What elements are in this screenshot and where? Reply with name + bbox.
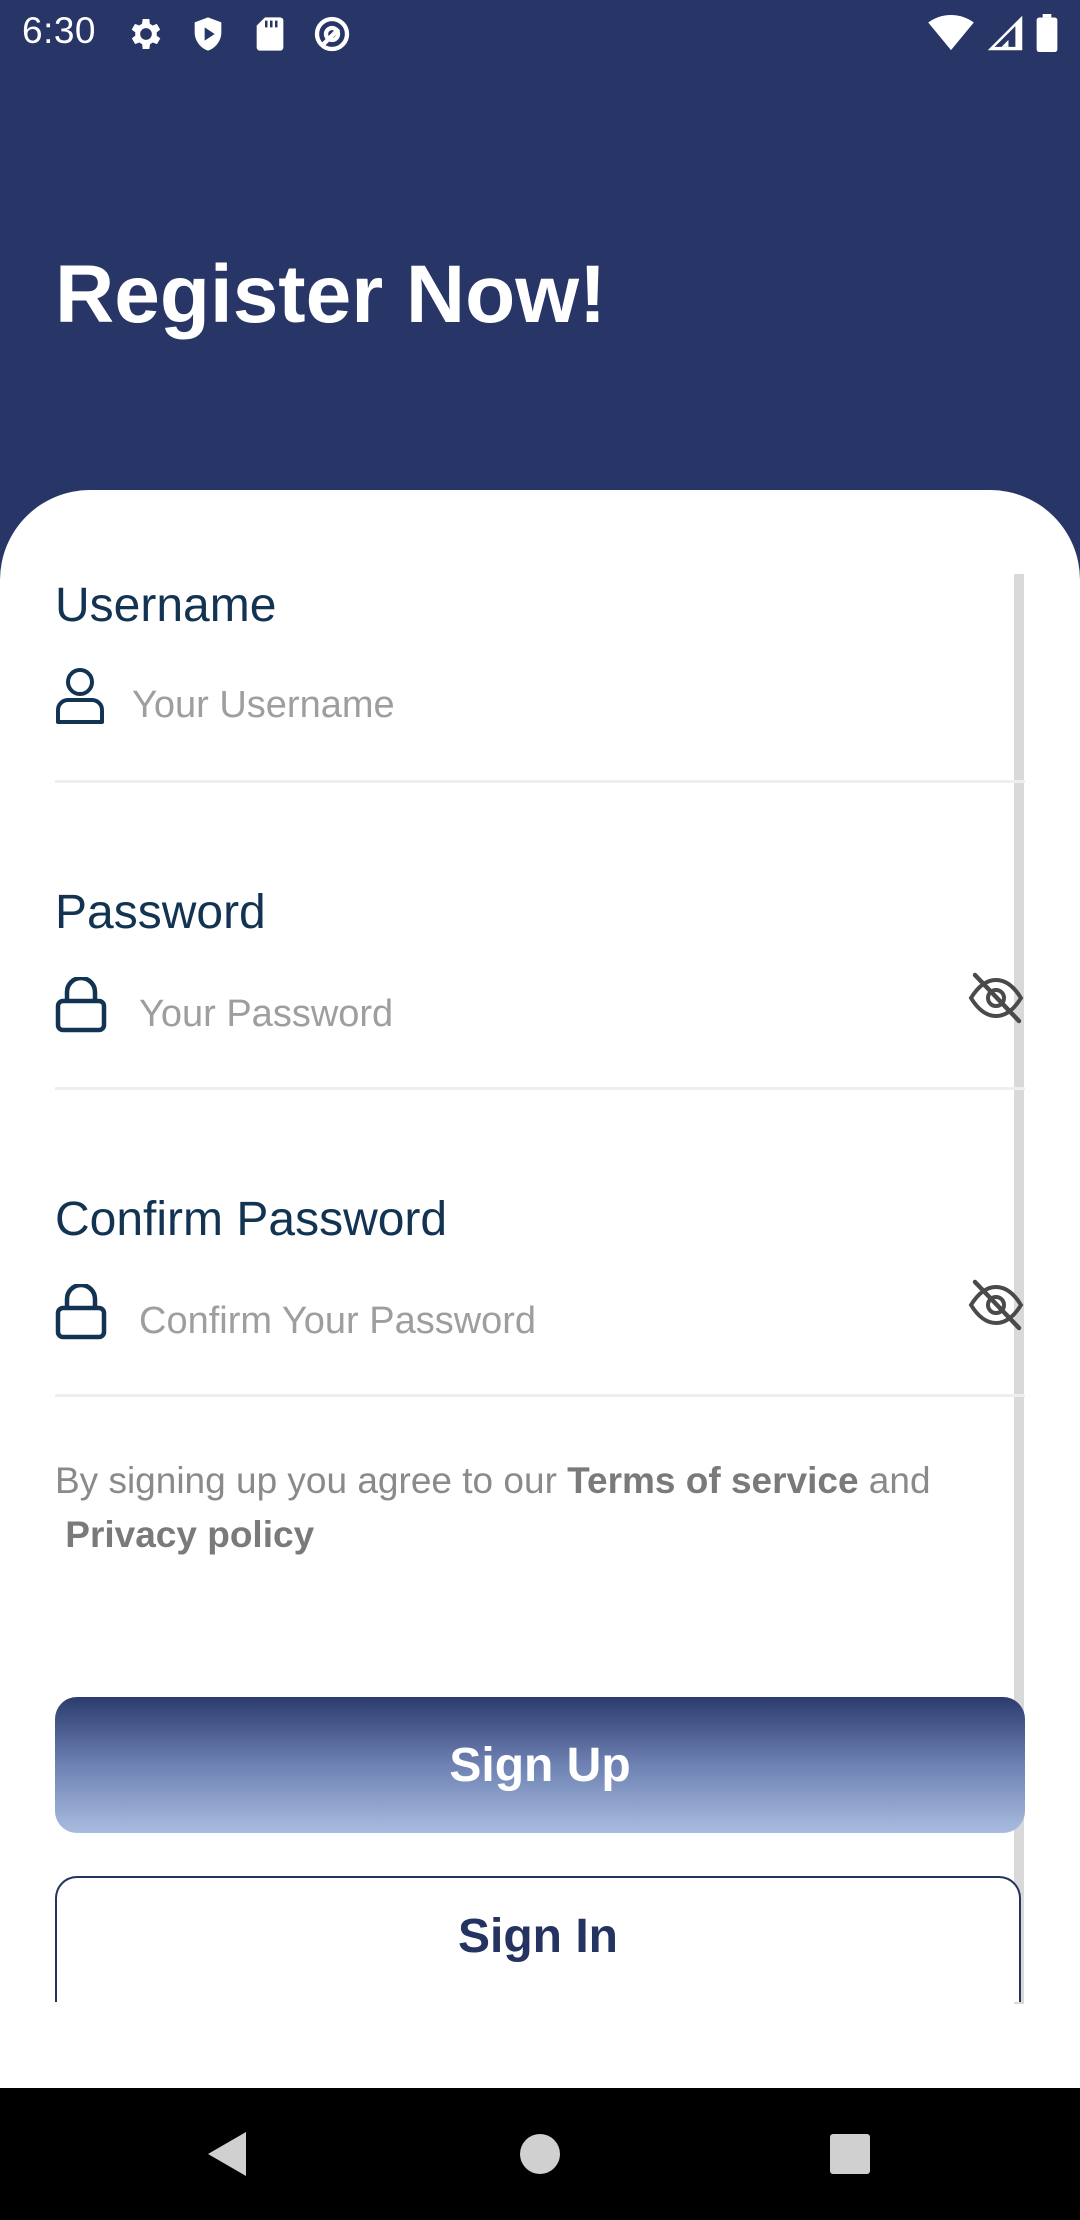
confirm-password-label: Confirm Password — [55, 1193, 448, 1246]
confirm-password-field-group: Confirm Password — [55, 1192, 1025, 1397]
password-row — [55, 972, 1025, 1055]
confirm-password-divider — [55, 1394, 1025, 1397]
lock-icon — [55, 1284, 107, 1340]
page-title: Register Now! — [55, 249, 607, 340]
at-sign-icon — [314, 16, 350, 52]
username-divider — [55, 780, 1025, 783]
terms-middle: and — [858, 1460, 931, 1501]
navigation-bar — [0, 2088, 1080, 2220]
recents-icon[interactable] — [820, 2124, 880, 2184]
password-label: Password — [55, 886, 266, 939]
settings-icon — [131, 19, 161, 49]
back-icon[interactable] — [200, 2124, 260, 2184]
sd-card-icon — [256, 17, 284, 51]
username-input[interactable] — [130, 674, 934, 736]
shield-icon — [194, 17, 222, 51]
password-visibility-toggle[interactable] — [967, 969, 1025, 1027]
terms-text: By signing up you agree to our Terms of … — [55, 1454, 1015, 1562]
wifi-icon — [928, 14, 974, 51]
password-field-group: Password — [55, 885, 1025, 1090]
home-icon[interactable] — [510, 2124, 570, 2184]
sign-in-button[interactable]: Sign In — [55, 1876, 1021, 2002]
status-icons-left — [126, 14, 352, 54]
user-icon — [56, 668, 104, 724]
confirm-password-row — [55, 1279, 1025, 1362]
confirm-password-visibility-toggle[interactable] — [967, 1276, 1025, 1334]
status-bar: 6:30 — [0, 0, 1080, 66]
confirm-password-input[interactable] — [137, 1290, 941, 1352]
lock-icon — [55, 977, 107, 1033]
username-label: Username — [55, 579, 277, 632]
sign-up-button[interactable]: Sign Up — [55, 1697, 1025, 1833]
username-row — [55, 666, 1025, 746]
status-time: 6:30 — [22, 10, 97, 51]
status-icons-right — [928, 14, 1058, 52]
username-field-group: Username — [55, 578, 1025, 783]
terms-of-service-link[interactable]: Terms of service — [567, 1460, 858, 1501]
battery-icon — [1036, 14, 1058, 52]
password-input[interactable] — [137, 983, 941, 1045]
terms-prefix: By signing up you agree to our — [55, 1460, 568, 1501]
privacy-policy-link[interactable]: Privacy policy — [65, 1514, 314, 1555]
password-divider — [55, 1087, 1025, 1090]
cellular-signal-icon — [987, 15, 1023, 51]
